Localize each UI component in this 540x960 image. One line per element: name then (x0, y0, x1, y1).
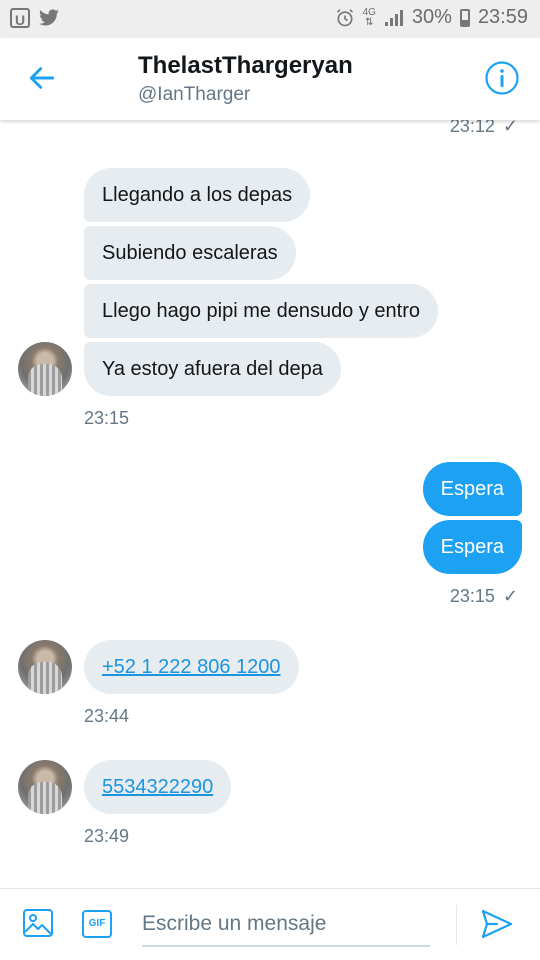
battery-percent: 30% (411, 6, 452, 28)
message-timestamp: 23:15 (84, 408, 130, 428)
message-timestamp: 23:12 ✓ (450, 120, 518, 137)
send-icon[interactable] (480, 907, 514, 941)
message-text: Ya estoy afuera del depa (102, 358, 323, 380)
timestamp-text: 23:15 (449, 586, 495, 606)
alarm-icon (336, 8, 353, 26)
incoming-message[interactable]: Llegando a los depas (84, 168, 311, 222)
outgoing-message[interactable]: Espera (422, 520, 522, 574)
message-text: Espera (440, 536, 504, 558)
incoming-message[interactable]: Subiendo escaleras (84, 226, 296, 280)
twitter-bird-icon (39, 9, 59, 26)
phone-link[interactable]: +52 1 222 806 1200 (102, 656, 281, 678)
message-text: Espera (440, 478, 504, 500)
conversation-title[interactable]: ThelastThargeryan (138, 52, 353, 80)
phone-link[interactable]: 5534322290 (102, 776, 213, 798)
message-input[interactable] (142, 903, 430, 947)
image-icon[interactable] (22, 907, 54, 939)
message-timestamp: 23:15 ✓ (450, 586, 518, 607)
message-text: Llego hago pipi me densudo y entro (102, 300, 421, 322)
incoming-message[interactable]: 5534322290 (84, 760, 232, 814)
network-type-indicator: 4G ⇅ (362, 6, 376, 28)
message-timestamp: 23:49 (84, 826, 130, 846)
back-arrow-icon[interactable] (26, 62, 58, 94)
status-bar: U 4G ⇅ 30% 23:59 (0, 0, 540, 38)
app-notification-icon: U (10, 8, 30, 28)
avatar[interactable] (18, 760, 72, 814)
timestamp-text: 23:12 (449, 120, 495, 136)
status-time: 23:59 (477, 6, 528, 28)
message-text: Llegando a los depas (102, 184, 293, 206)
message-composer: GIF (0, 888, 540, 960)
incoming-message[interactable]: Llego hago pipi me densudo y entro (84, 284, 439, 338)
data-arrows-icon: ⇅ (365, 16, 374, 28)
conversation-header: ThelastThargeryan @IanTharger (0, 38, 540, 120)
incoming-message[interactable]: +52 1 222 806 1200 (84, 640, 299, 694)
info-icon[interactable] (484, 60, 520, 96)
status-right-icons: 4G ⇅ 30% 23:59 (335, 6, 528, 29)
message-timestamp: 23:44 (84, 706, 130, 726)
avatar[interactable] (18, 640, 72, 694)
message-text: Subiendo escaleras (102, 242, 278, 264)
status-left-icons: U (10, 8, 60, 28)
check-icon: ✓ (502, 120, 518, 136)
incoming-message[interactable]: Ya estoy afuera del depa (84, 342, 341, 396)
check-icon: ✓ (502, 586, 518, 606)
divider (456, 905, 457, 945)
avatar[interactable] (18, 342, 72, 396)
outgoing-message[interactable]: Espera (422, 462, 522, 516)
gif-icon[interactable]: GIF (82, 910, 112, 938)
battery-icon (459, 8, 470, 27)
signal-icon (384, 9, 403, 26)
message-list[interactable]: 23:12 ✓ Llegando a los depas Subiendo es… (0, 120, 540, 888)
conversation-handle: @IanTharger (138, 84, 251, 105)
network-type-label: 4G (362, 6, 376, 18)
